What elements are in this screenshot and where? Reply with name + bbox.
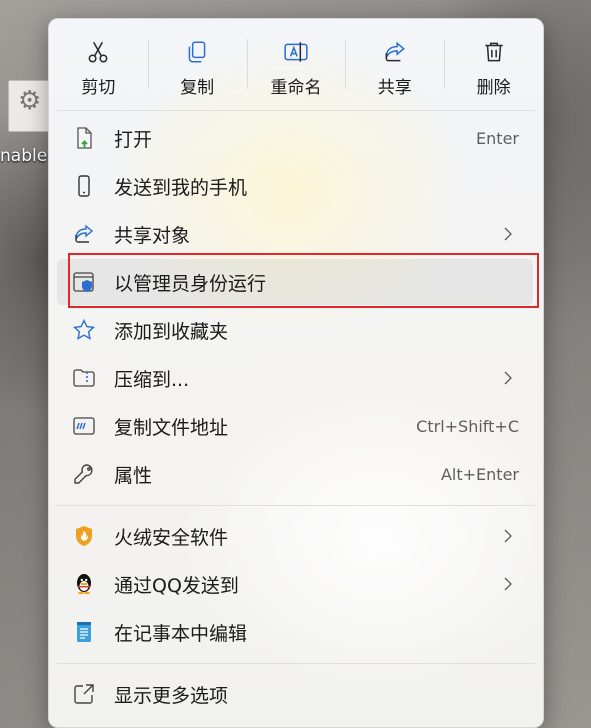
chevron-right-icon xyxy=(504,227,512,241)
share-icon xyxy=(75,224,94,243)
divider xyxy=(57,505,535,506)
delete-label: 删除 xyxy=(476,78,511,98)
menu-item-send-via-qq[interactable]: 通过QQ发送到 xyxy=(57,561,533,607)
menu-item-label: 在记事本中编辑 xyxy=(114,622,248,645)
phone-icon xyxy=(78,175,90,197)
menu-item-label: 火绒安全软件 xyxy=(114,526,229,549)
huorong-icon xyxy=(76,526,92,546)
menu-item-label: 发送到我的手机 xyxy=(114,176,248,199)
menu-item-send-to-phone[interactable]: 发送到我的手机 xyxy=(57,163,533,209)
desktop-file-label: nable xyxy=(0,146,48,166)
menu-item-copy-path[interactable]: 复制文件地址 Ctrl+Shift+C xyxy=(57,403,533,449)
share-icon xyxy=(385,41,405,62)
share-label: 共享 xyxy=(377,78,412,98)
trash-icon xyxy=(484,42,503,62)
copy-path-icon xyxy=(73,417,95,435)
share-button[interactable]: 共享 xyxy=(345,19,444,111)
menu-item-huorong[interactable]: 火绒安全软件 xyxy=(57,513,533,559)
menu-item-label: 共享对象 xyxy=(114,224,191,247)
quick-action-toolbar: 剪切 复制 重命名 共享 删除 xyxy=(49,19,543,111)
wrench-icon xyxy=(74,464,93,484)
divider xyxy=(57,110,535,111)
menu-item-edit-in-notepad[interactable]: 在记事本中编辑 xyxy=(57,609,533,655)
menu-item-share-with[interactable]: 共享对象 xyxy=(57,211,533,257)
rename-button[interactable]: 重命名 xyxy=(246,19,346,111)
menu-item-open[interactable]: 打开 Enter xyxy=(57,115,533,161)
copy-label: 复制 xyxy=(180,78,215,98)
menu-item-label: 以管理员身份运行 xyxy=(114,272,267,295)
notepad-icon xyxy=(77,622,91,642)
menu-item-add-to-favorites[interactable]: 添加到收藏夹 xyxy=(57,307,533,353)
delete-button[interactable]: 删除 xyxy=(444,19,543,111)
menu-item-label: 添加到收藏夹 xyxy=(114,320,229,343)
divider xyxy=(57,663,535,664)
cut-label: 剪切 xyxy=(81,78,116,98)
scissors-icon xyxy=(88,41,108,63)
menu-item-shortcut: Ctrl+Shift+C xyxy=(416,416,519,436)
menu-item-shortcut: Enter xyxy=(476,128,519,148)
menu-item-run-as-admin[interactable]: 以管理员身份运行 xyxy=(57,259,533,305)
menu-item-label: 通过QQ发送到 xyxy=(114,574,239,597)
menu-item-label: 显示更多选项 xyxy=(114,684,229,707)
menu-item-label: 属性 xyxy=(114,464,153,487)
chevron-right-icon xyxy=(504,529,512,543)
menu-item-compress-to[interactable]: 压缩到... xyxy=(57,355,533,401)
gear-icon: ⚙ xyxy=(18,86,42,116)
context-menu: 剪切 复制 重命名 共享 删除 打开 Enter 发送到我的手机 共享对象 以管… xyxy=(48,18,544,728)
menu-item-label: 打开 xyxy=(114,128,153,151)
external-link-icon xyxy=(74,684,94,704)
star-icon xyxy=(72,318,96,340)
copy-button[interactable]: 复制 xyxy=(147,19,247,111)
rename-label: 重命名 xyxy=(270,78,322,98)
shield-admin-icon xyxy=(73,272,94,292)
menu-item-shortcut: Alt+Enter xyxy=(440,464,519,484)
menu-item-properties[interactable]: 属性 Alt+Enter xyxy=(57,451,533,497)
menu-item-label: 复制文件地址 xyxy=(114,416,229,439)
qq-penguin-icon xyxy=(77,574,91,595)
rename-icon xyxy=(284,42,308,62)
cut-button[interactable]: 剪切 xyxy=(49,19,148,111)
copy-icon xyxy=(188,41,206,63)
zip-folder-icon xyxy=(73,369,95,387)
chevron-right-icon xyxy=(504,577,512,591)
menu-item-label: 压缩到... xyxy=(114,368,190,391)
menu-item-show-more-options[interactable]: 显示更多选项 xyxy=(57,671,533,717)
chevron-right-icon xyxy=(504,371,512,385)
file-open-icon xyxy=(77,127,92,149)
